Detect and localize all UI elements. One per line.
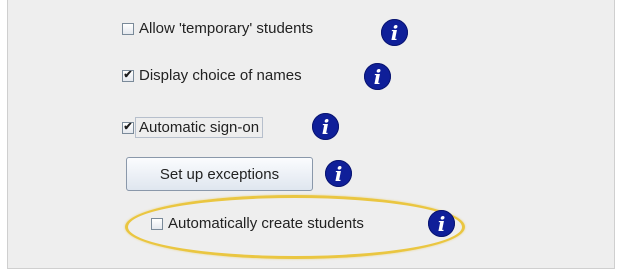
info-icon[interactable]: i (381, 19, 408, 46)
display-choice-checkbox[interactable]: ✔ (122, 69, 134, 82)
allow-temporary-label[interactable]: Allow 'temporary' students (139, 20, 313, 37)
info-icon[interactable]: i (364, 63, 391, 90)
auto-create-label[interactable]: Automatically create students (168, 215, 364, 232)
allow-temporary-checkbox[interactable] (122, 22, 134, 35)
auto-create-checkbox[interactable] (151, 217, 163, 230)
automatic-signon-row[interactable]: ✔ Automatic sign-on (122, 117, 264, 138)
display-choice-label[interactable]: Display choice of names (139, 67, 302, 84)
auto-create-row[interactable]: Automatically create students (151, 215, 364, 232)
automatic-signon-label[interactable]: Automatic sign-on (135, 117, 264, 138)
set-up-exceptions-button[interactable]: Set up exceptions (126, 157, 313, 191)
automatic-signon-checkbox[interactable]: ✔ (122, 121, 134, 134)
info-icon[interactable]: i (428, 210, 455, 237)
display-choice-row[interactable]: ✔ Display choice of names (122, 67, 302, 84)
allow-temporary-row[interactable]: Allow 'temporary' students (122, 20, 313, 37)
info-icon[interactable]: i (325, 160, 352, 187)
settings-panel: Allow 'temporary' students i ✔ Display c… (7, 0, 615, 269)
info-icon[interactable]: i (312, 113, 339, 140)
